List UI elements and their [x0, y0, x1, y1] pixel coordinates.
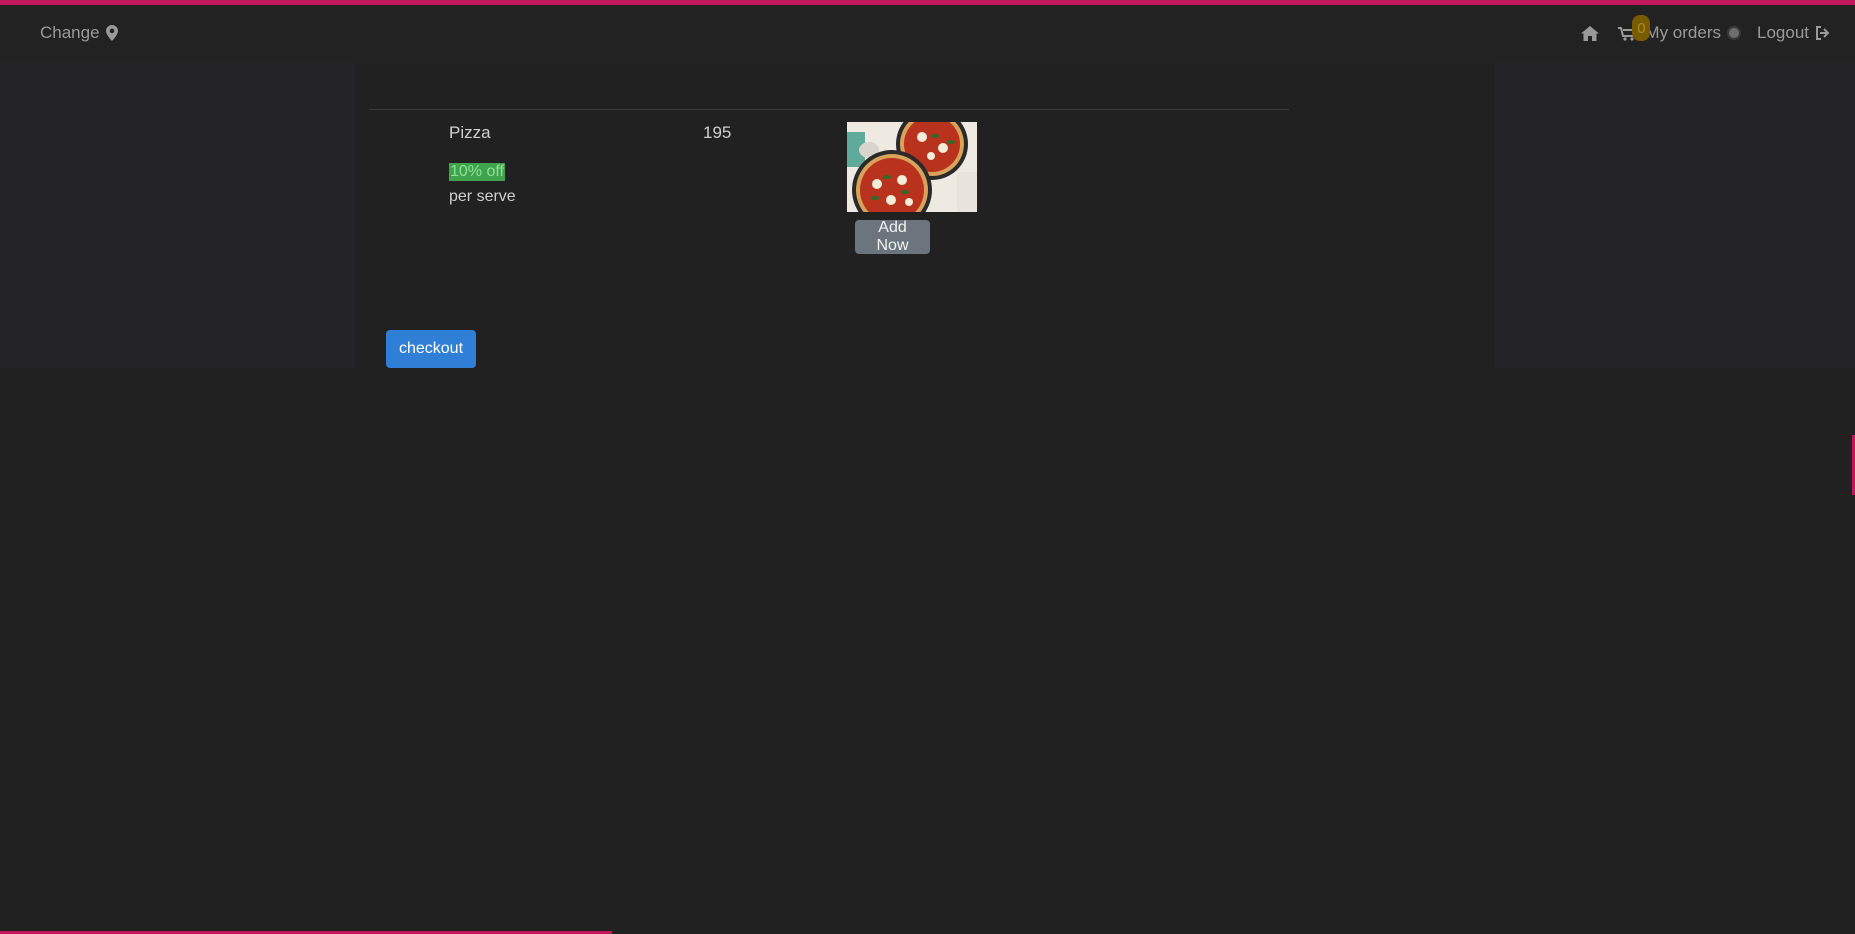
change-label: Change	[40, 23, 100, 42]
home-icon	[1581, 25, 1600, 41]
unit-label: per serve	[449, 188, 516, 205]
left-side-panel	[0, 63, 355, 368]
my-orders-link[interactable]: My orders	[1645, 23, 1739, 43]
discount-badge: 10% off	[449, 163, 505, 181]
pizza-image	[847, 122, 977, 212]
nav-right-menu: 0 My orders Logout	[1581, 15, 1831, 43]
my-orders-label: My orders	[1645, 23, 1721, 42]
logout-link[interactable]: Logout	[1757, 23, 1831, 43]
header-divider	[369, 109, 1289, 110]
change-location-link[interactable]: Change	[40, 23, 118, 43]
checkout-button[interactable]: checkout	[386, 330, 476, 368]
cart-count-badge: 0	[1632, 15, 1651, 41]
cart-link[interactable]: 0	[1617, 15, 1651, 41]
home-link[interactable]	[1581, 25, 1600, 41]
product-name: Pizza	[449, 123, 491, 142]
status-dot-icon	[1729, 28, 1739, 38]
navbar: Change 0 My orders Logout	[0, 5, 1855, 63]
logout-label: Logout	[1757, 23, 1809, 42]
menu-content: Pizza 10% off per serve 195 Add Now chec…	[355, 63, 1495, 368]
product-price: 195	[703, 123, 732, 142]
sign-out-icon	[1816, 26, 1830, 40]
add-now-button[interactable]: Add Now	[855, 219, 930, 254]
right-side-panel	[1495, 63, 1855, 368]
map-marker-icon	[105, 25, 118, 41]
